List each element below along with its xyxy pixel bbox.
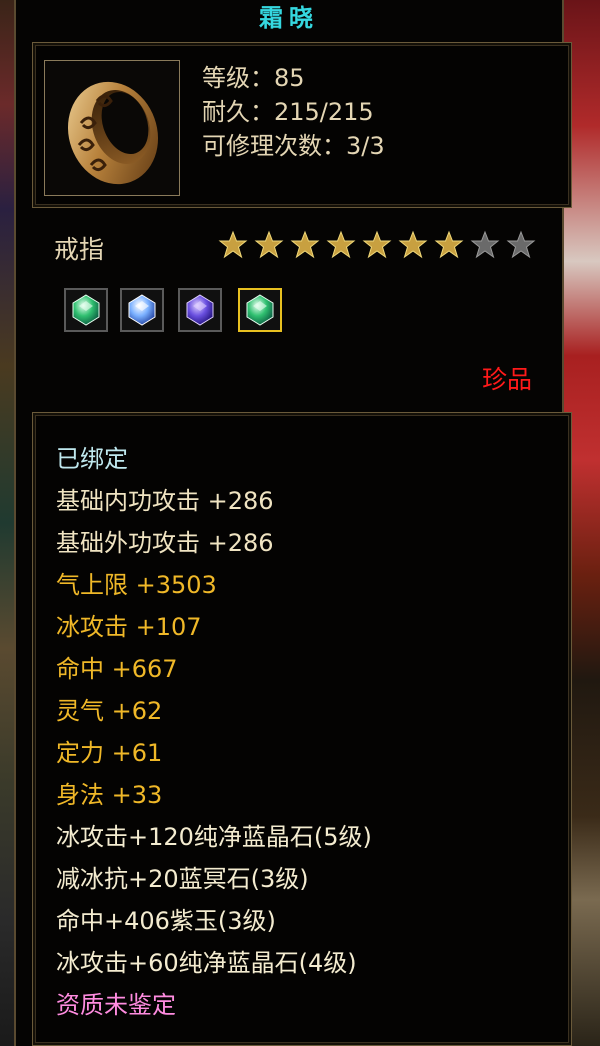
star-filled-icon xyxy=(398,230,428,259)
item-type: 戒指 xyxy=(54,235,105,264)
star-filled-icon xyxy=(218,230,248,259)
gem-slot[interactable] xyxy=(64,288,108,332)
bound-status: 已绑定 xyxy=(56,445,128,473)
green-gem-icon xyxy=(246,294,274,326)
star-filled-icon xyxy=(254,230,284,259)
bonus-attribute: 身法 +33 xyxy=(56,781,163,809)
gem-slot[interactable] xyxy=(120,288,164,332)
star-filled-icon xyxy=(290,230,320,259)
base-attribute: 基础内功攻击 +286 xyxy=(56,487,274,515)
base-attribute: 基础外功攻击 +286 xyxy=(56,529,274,557)
bonus-attribute: 命中 +667 xyxy=(56,655,178,683)
item-durability: 耐久：215/215 xyxy=(202,98,374,126)
item-repair-count: 可修理次数：3/3 xyxy=(202,132,385,160)
bonus-attribute: 定力 +61 xyxy=(56,739,163,767)
star-empty-icon xyxy=(470,230,500,259)
star-filled-icon xyxy=(326,230,356,259)
gem-attribute: 减冰抗+20蓝冥石(3级) xyxy=(56,865,309,893)
gold-ring-icon xyxy=(67,81,159,185)
star-empty-icon xyxy=(506,230,536,259)
item-level: 等级：85 xyxy=(202,64,305,92)
quality-status: 资质未鉴定 xyxy=(56,991,176,1019)
bonus-attribute: 冰攻击 +107 xyxy=(56,613,202,641)
blue-crystal-gem-icon xyxy=(128,294,156,326)
bonus-attribute: 灵气 +62 xyxy=(56,697,163,725)
bonus-attribute: 气上限 +3503 xyxy=(56,571,217,599)
purple-gem-icon xyxy=(186,294,214,326)
item-name: 霜晓 xyxy=(259,4,319,32)
gem-attribute: 冰攻击+60纯净蓝晶石(4级) xyxy=(56,949,357,977)
item-icon-frame xyxy=(44,60,180,196)
item-tooltip: 霜晓 等级：85 耐久：215/215 可修理次数：3/3 戒指 珍品 已绑定 … xyxy=(14,0,572,1046)
gem-attribute: 命中+406紫玉(3级) xyxy=(56,907,276,935)
gem-attribute: 冰攻击+120纯净蓝晶石(5级) xyxy=(56,823,372,851)
rarity-label: 珍品 xyxy=(482,365,533,394)
green-gem-icon xyxy=(72,294,100,326)
gem-slot[interactable] xyxy=(178,288,222,332)
gem-slot[interactable] xyxy=(238,288,282,332)
star-filled-icon xyxy=(434,230,464,259)
star-filled-icon xyxy=(362,230,392,259)
